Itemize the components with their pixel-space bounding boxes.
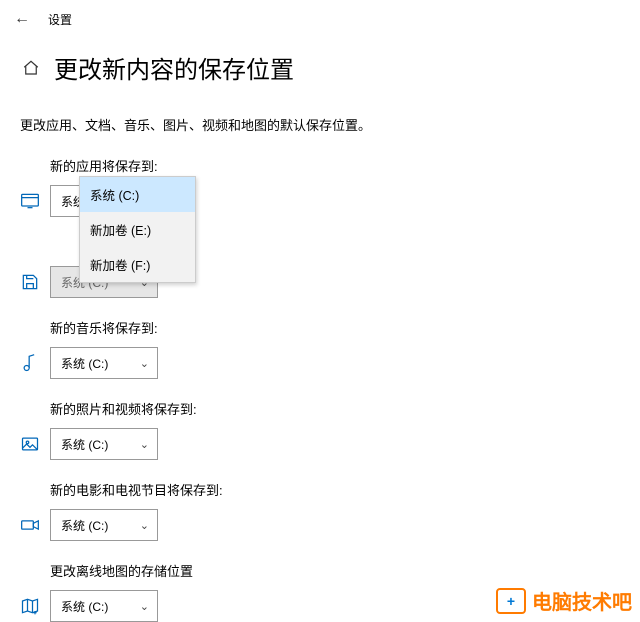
- apps-icon: [20, 191, 50, 211]
- maps-dropdown[interactable]: 系统 (C:) ⌄: [50, 590, 158, 622]
- movies-dropdown[interactable]: 系统 (C:) ⌄: [50, 509, 158, 541]
- photo-icon: [20, 434, 50, 454]
- window-title: 设置: [48, 11, 72, 28]
- movies-dropdown-value: 系统 (C:): [61, 517, 108, 534]
- page-description: 更改应用、文档、音乐、图片、视频和地图的默认保存位置。: [0, 93, 640, 134]
- docs-icon: [20, 272, 50, 292]
- chevron-down-icon: ⌄: [140, 600, 149, 613]
- section-label-movies: 新的电影和电视节目将保存到:: [50, 480, 620, 499]
- music-icon: [20, 353, 50, 373]
- section-label-music: 新的音乐将保存到:: [50, 318, 620, 337]
- apps-dropdown-list[interactable]: 系统 (C:) 新加卷 (E:) 新加卷 (F:): [79, 176, 196, 283]
- page-title: 更改新内容的保存位置: [54, 50, 294, 85]
- section-label-apps: 新的应用将保存到:: [50, 156, 620, 175]
- dropdown-option[interactable]: 新加卷 (E:): [80, 212, 195, 247]
- watermark: + 电脑技术吧: [496, 586, 632, 615]
- chevron-down-icon: ⌄: [140, 519, 149, 532]
- photos-dropdown[interactable]: 系统 (C:) ⌄: [50, 428, 158, 460]
- video-icon: [20, 515, 50, 535]
- back-icon[interactable]: ←: [14, 10, 30, 28]
- chevron-down-icon: ⌄: [140, 438, 149, 451]
- home-icon[interactable]: [22, 59, 40, 77]
- music-dropdown-value: 系统 (C:): [61, 355, 108, 372]
- section-label-maps: 更改离线地图的存储位置: [50, 561, 620, 580]
- dropdown-option[interactable]: 系统 (C:): [80, 177, 195, 212]
- watermark-text: 电脑技术吧: [532, 586, 632, 615]
- map-icon: [20, 596, 50, 616]
- photos-dropdown-value: 系统 (C:): [61, 436, 108, 453]
- maps-dropdown-value: 系统 (C:): [61, 598, 108, 615]
- watermark-logo-icon: +: [496, 588, 526, 614]
- chevron-down-icon: ⌄: [140, 357, 149, 370]
- music-dropdown[interactable]: 系统 (C:) ⌄: [50, 347, 158, 379]
- section-label-photos: 新的照片和视频将保存到:: [50, 399, 620, 418]
- dropdown-option[interactable]: 新加卷 (F:): [80, 247, 195, 282]
